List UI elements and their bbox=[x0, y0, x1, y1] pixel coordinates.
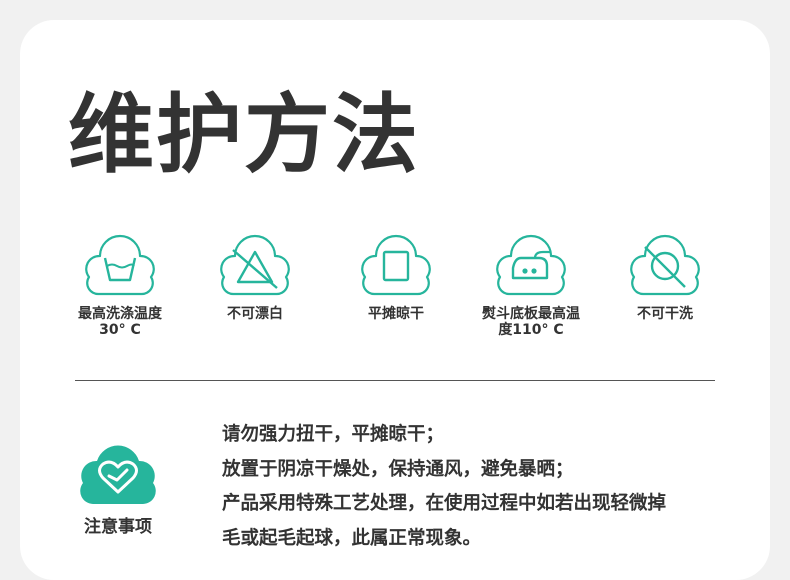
care-label: 最高洗涤温度 30° C bbox=[78, 306, 162, 338]
iron-icon bbox=[496, 234, 566, 296]
page-title: 维护方法 bbox=[68, 85, 420, 185]
care-item-wash: 最高洗涤温度 30° C bbox=[55, 230, 185, 338]
care-label: 熨斗底板最高温 度110° C bbox=[482, 306, 580, 338]
care-item-dry-flat: 平摊晾干 bbox=[331, 230, 461, 322]
care-item-no-dry-clean: 不可干洗 bbox=[600, 230, 730, 322]
no-bleach-icon bbox=[220, 234, 290, 296]
heart-cloud-icon bbox=[80, 445, 156, 504]
notice-line: 产品采用特殊工艺处理，在使用过程中如若出现轻微掉 bbox=[222, 493, 667, 514]
care-label: 不可漂白 bbox=[227, 306, 283, 322]
care-item-no-bleach: 不可漂白 bbox=[190, 230, 320, 322]
wash-30-icon bbox=[85, 234, 155, 296]
notice-line: 毛或起毛起球，此属正常现象。 bbox=[222, 527, 482, 549]
care-label: 平摊晾干 bbox=[368, 306, 424, 322]
notice-title: 注意事项 bbox=[84, 517, 152, 537]
care-item-iron: 熨斗底板最高温 度110° C bbox=[466, 230, 596, 338]
dry-flat-icon bbox=[361, 234, 431, 296]
care-label: 不可干洗 bbox=[637, 306, 693, 322]
notice-list: 请勿强力扭干，平摊晾干； 放置于阴凉干燥处，保持通风，避免暴晒； 产品采用特殊工… bbox=[222, 418, 762, 556]
notice-line: 请勿强力扭干，平摊晾干； bbox=[222, 424, 445, 445]
no-dry-clean-icon bbox=[630, 234, 700, 296]
section-divider bbox=[75, 380, 715, 381]
notice-line: 放置于阴凉干燥处，保持通风，避免暴晒； bbox=[222, 458, 574, 480]
notice-block: 注意事项 bbox=[62, 440, 174, 537]
